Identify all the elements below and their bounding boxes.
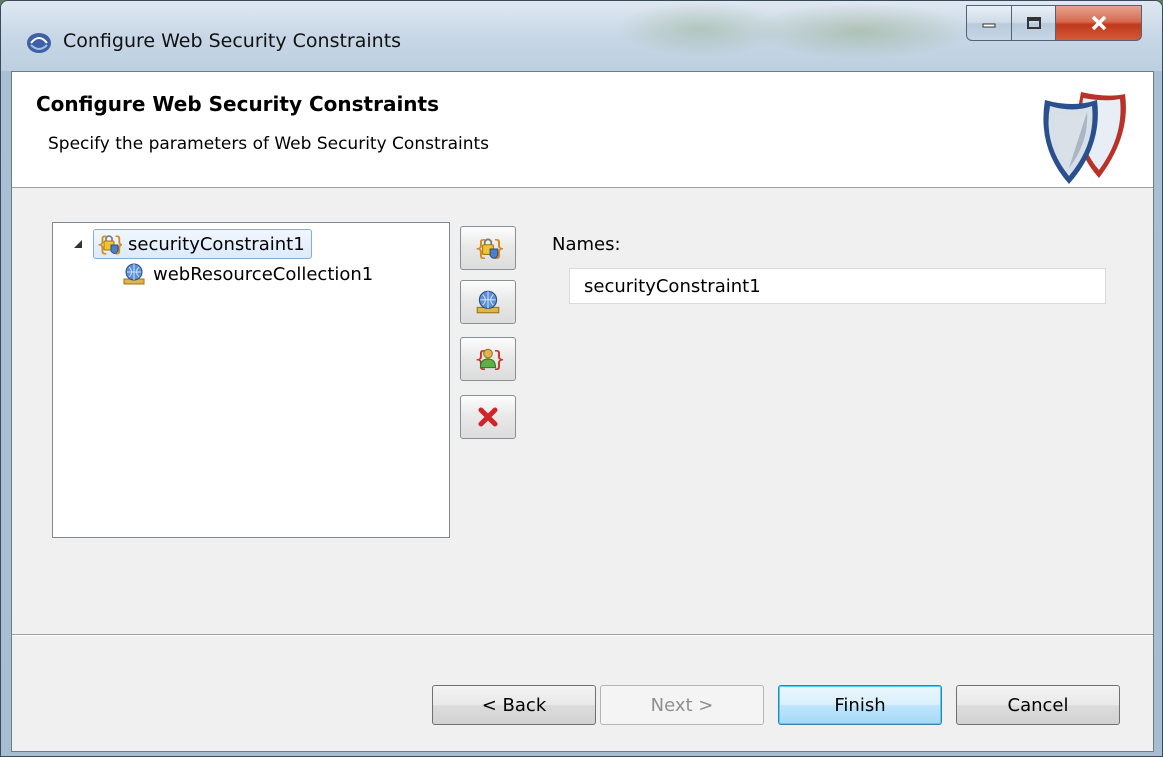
page-title: Configure Web Security Constraints <box>36 92 439 116</box>
close-icon <box>1091 15 1106 31</box>
finish-button[interactable]: Finish <box>778 685 942 725</box>
delete-icon <box>478 407 498 427</box>
wizard-header: Configure Web Security Constraints Speci… <box>12 72 1153 188</box>
names-label: Names: <box>552 234 621 255</box>
add-security-constraint-button[interactable]: { } <box>460 226 516 270</box>
footer-separator <box>12 634 1153 636</box>
cancel-button[interactable]: Cancel <box>956 685 1120 725</box>
dialog-window: Configure Web Security Constraints Confi… <box>0 0 1163 757</box>
add-auth-constraint-icon: { } <box>474 348 503 373</box>
eclipse-app-icon <box>27 33 51 53</box>
tree-selection: { } securityConstraint1 <box>93 229 312 259</box>
tree-item-web-resource-collection[interactable]: webResourceCollection1 <box>121 259 373 289</box>
expand-arrow-icon[interactable] <box>71 229 85 259</box>
add-web-resource-collection-button[interactable] <box>460 280 516 324</box>
tree-item-label: webResourceCollection1 <box>153 263 374 285</box>
add-web-resource-collection-icon <box>476 290 500 314</box>
tree-item-label: securityConstraint1 <box>128 233 305 255</box>
constraint-tree[interactable]: { } securityConstraint1 webResourceColle… <box>52 222 450 538</box>
back-button[interactable]: < Back <box>432 685 596 725</box>
window-title: Configure Web Security Constraints <box>63 30 402 52</box>
web-resource-collection-icon <box>123 263 145 285</box>
names-input[interactable] <box>569 268 1106 304</box>
svg-text:}: } <box>492 348 503 373</box>
minimize-icon <box>982 23 996 28</box>
tree-item-security-constraint[interactable]: { } securityConstraint1 <box>71 229 312 259</box>
security-constraint-icon: { } <box>96 232 122 256</box>
add-auth-constraint-button[interactable]: { } <box>460 337 516 381</box>
maximize-button[interactable] <box>1012 5 1056 41</box>
next-button[interactable]: Next > <box>600 685 764 725</box>
close-window-button[interactable] <box>1056 5 1142 41</box>
page-subtitle: Specify the parameters of Web Security C… <box>48 134 490 154</box>
dialog-client-area: Configure Web Security Constraints Speci… <box>11 71 1154 752</box>
window-controls <box>966 5 1142 41</box>
title-bar[interactable]: Configure Web Security Constraints <box>1 1 1162 71</box>
delete-button[interactable] <box>460 395 516 439</box>
add-security-constraint-icon: { } <box>474 237 503 262</box>
shield-icon <box>1043 92 1126 184</box>
minimize-button[interactable] <box>966 5 1012 41</box>
maximize-icon <box>1026 17 1041 29</box>
